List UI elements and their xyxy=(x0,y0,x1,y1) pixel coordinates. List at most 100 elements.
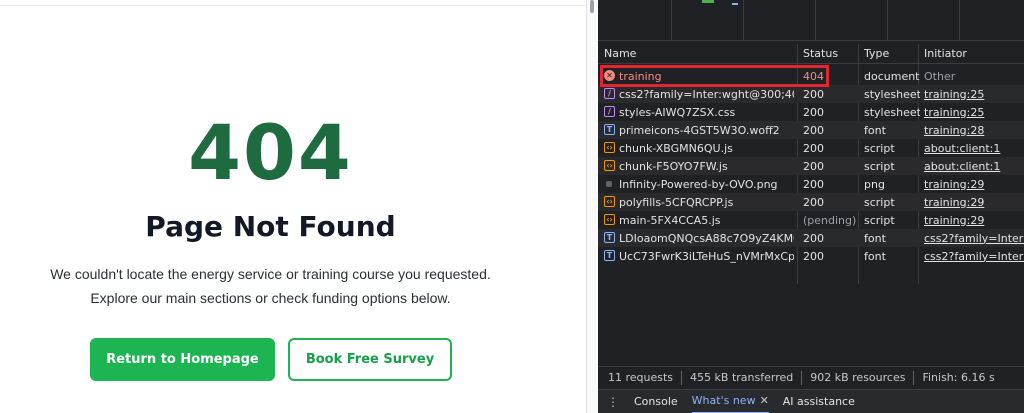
request-name: css2?family=Inter:wght@300;400;50... xyxy=(619,87,794,101)
font-file-icon: T xyxy=(604,232,615,243)
request-status: (pending) xyxy=(803,213,857,227)
request-type: png xyxy=(864,177,885,191)
request-type: script xyxy=(864,159,895,173)
scrollbar-thumb[interactable] xyxy=(590,0,594,13)
font-file-icon: T xyxy=(604,124,615,135)
request-name: main-5FX4CCA5.js xyxy=(619,213,721,227)
network-overview-timeline[interactable] xyxy=(598,0,1024,41)
error-page: 404 Page Not Found We couldn't locate th… xyxy=(0,0,586,413)
request-type: script xyxy=(864,195,895,209)
network-summary-bar: 11 requests 455 kB transferred 902 kB re… xyxy=(598,366,1024,388)
request-name: UcC73FwrK3iLTeHuS_nVMrMxCp50Sj... xyxy=(619,249,794,263)
request-initiator-link[interactable]: training:29 xyxy=(924,211,1024,229)
request-status: 200 xyxy=(803,177,824,191)
book-survey-button[interactable]: Book Free Survey xyxy=(288,338,452,381)
request-type: stylesheet xyxy=(864,105,920,119)
table-row[interactable]: ‹› main-5FX4CCA5.js (pending) script tra… xyxy=(598,211,1024,229)
table-row[interactable]: / styles-AIWQ7ZSX.css 200 stylesheet tra… xyxy=(598,103,1024,121)
script-file-icon: ‹› xyxy=(604,160,615,171)
table-row[interactable]: T primeicons-4GST5W3O.woff2 200 font tra… xyxy=(598,121,1024,139)
timeline-gridline xyxy=(887,0,888,41)
request-name: polyfills-5CFQRCPP.js xyxy=(619,195,734,209)
request-initiator-link[interactable]: about:client:1 xyxy=(924,157,1024,175)
request-name: primeicons-4GST5W3O.woff2 xyxy=(619,123,780,137)
request-initiator-link[interactable]: about:client:1 xyxy=(924,139,1024,157)
request-initiator-link[interactable]: css2?family=Inter:wg xyxy=(924,247,1024,265)
request-initiator-link[interactable]: training:25 xyxy=(924,103,1024,121)
request-status: 200 xyxy=(803,141,824,155)
highlight-box-404-row xyxy=(600,65,829,87)
table-row[interactable]: ‹› polyfills-5CFQRCPP.js 200 script trai… xyxy=(598,193,1024,211)
summary-resources: 902 kB resources xyxy=(810,371,906,384)
page-title: Page Not Found xyxy=(145,210,396,243)
requests-table-header: Name Status Type Initiator xyxy=(598,44,1024,64)
table-row[interactable]: ‹› chunk-F5OYO7FW.js 200 script about:cl… xyxy=(598,157,1024,175)
summary-requests: 11 requests xyxy=(608,371,674,384)
column-initiator[interactable]: Initiator xyxy=(918,44,1024,63)
request-name: Infinity-Powered-by-OVO.png xyxy=(619,177,778,191)
request-status: 200 xyxy=(803,123,824,137)
request-type: document xyxy=(864,69,920,83)
error-message: We couldn't locate the energy service or… xyxy=(0,262,541,310)
css-file-icon: / xyxy=(604,88,615,99)
timeline-bar xyxy=(732,3,738,5)
tab-whats-new-label: What's new xyxy=(691,394,756,407)
timeline-bar xyxy=(702,0,714,3)
panel-splitter[interactable] xyxy=(586,0,598,413)
summary-finish: Finish: 6.16 s xyxy=(922,371,995,384)
request-status: 200 xyxy=(803,87,824,101)
request-status: 200 xyxy=(803,105,824,119)
request-type: font xyxy=(864,123,886,137)
request-status: 200 xyxy=(803,159,824,173)
tab-whats-new[interactable]: What's new ✕ xyxy=(691,390,769,413)
request-name: chunk-XBGMN6QU.js xyxy=(619,141,733,155)
script-file-icon: ‹› xyxy=(604,196,615,207)
request-type: script xyxy=(864,213,895,227)
request-type: font xyxy=(864,231,886,245)
request-name: styles-AIWQ7ZSX.css xyxy=(619,105,736,119)
table-row[interactable]: / css2?family=Inter:wght@300;400;50... 2… xyxy=(598,85,1024,103)
request-initiator-link[interactable]: training:29 xyxy=(924,175,1024,193)
script-file-icon: ‹› xyxy=(604,214,615,225)
timeline-gridline xyxy=(959,0,960,41)
table-row[interactable]: T LDIoaomQNQcsA88c7O9yZ4KMCoO... 200 fon… xyxy=(598,229,1024,247)
request-status: 200 xyxy=(803,231,824,245)
column-status[interactable]: Status xyxy=(797,44,859,63)
close-icon[interactable]: ✕ xyxy=(760,394,769,407)
request-initiator-link[interactable]: css2?family=Inter:wg xyxy=(924,229,1024,247)
page-top-border xyxy=(0,0,586,6)
column-type[interactable]: Type xyxy=(858,44,920,63)
request-initiator: Other xyxy=(924,69,956,83)
request-initiator-link[interactable]: training:25 xyxy=(924,85,1024,103)
divider xyxy=(801,370,803,385)
return-home-button[interactable]: Return to Homepage xyxy=(90,338,275,381)
table-row[interactable]: Infinity-Powered-by-OVO.png 200 png trai… xyxy=(598,175,1024,193)
request-name: chunk-F5OYO7FW.js xyxy=(619,159,728,173)
css-file-icon: / xyxy=(604,106,615,117)
tab-console[interactable]: Console xyxy=(634,390,678,413)
timeline-gridline xyxy=(815,0,816,41)
error-code: 404 xyxy=(188,108,353,197)
request-status: 200 xyxy=(803,195,824,209)
more-options-icon[interactable]: ⋮ xyxy=(606,395,620,409)
divider xyxy=(913,370,915,385)
devtools-drawer: ⋮ Console What's new ✕ AI assistance xyxy=(598,389,1024,413)
divider xyxy=(681,370,683,385)
font-file-icon: T xyxy=(604,250,615,261)
error-message-line-2: Explore our main sections or check fundi… xyxy=(90,290,451,306)
devtools-network-panel: Name Status Type Initiator ✕ training 40… xyxy=(598,0,1024,413)
column-name[interactable]: Name xyxy=(598,44,798,63)
image-file-icon xyxy=(606,181,612,187)
summary-transferred: 455 kB transferred xyxy=(690,371,794,384)
request-status: 200 xyxy=(803,249,824,263)
timeline-gridline xyxy=(671,0,672,41)
error-message-line-1: We couldn't locate the energy service or… xyxy=(50,266,491,282)
request-type: stylesheet xyxy=(864,87,920,101)
table-row[interactable]: ‹› chunk-XBGMN6QU.js 200 script about:cl… xyxy=(598,139,1024,157)
request-initiator-link[interactable]: training:29 xyxy=(924,193,1024,211)
table-row[interactable]: T UcC73FwrK3iLTeHuS_nVMrMxCp50Sj... 200 … xyxy=(598,247,1024,265)
request-type: script xyxy=(864,141,895,155)
tab-ai-assistance[interactable]: AI assistance xyxy=(783,390,855,413)
request-initiator-link[interactable]: training:28 xyxy=(924,121,1024,139)
script-file-icon: ‹› xyxy=(604,142,615,153)
